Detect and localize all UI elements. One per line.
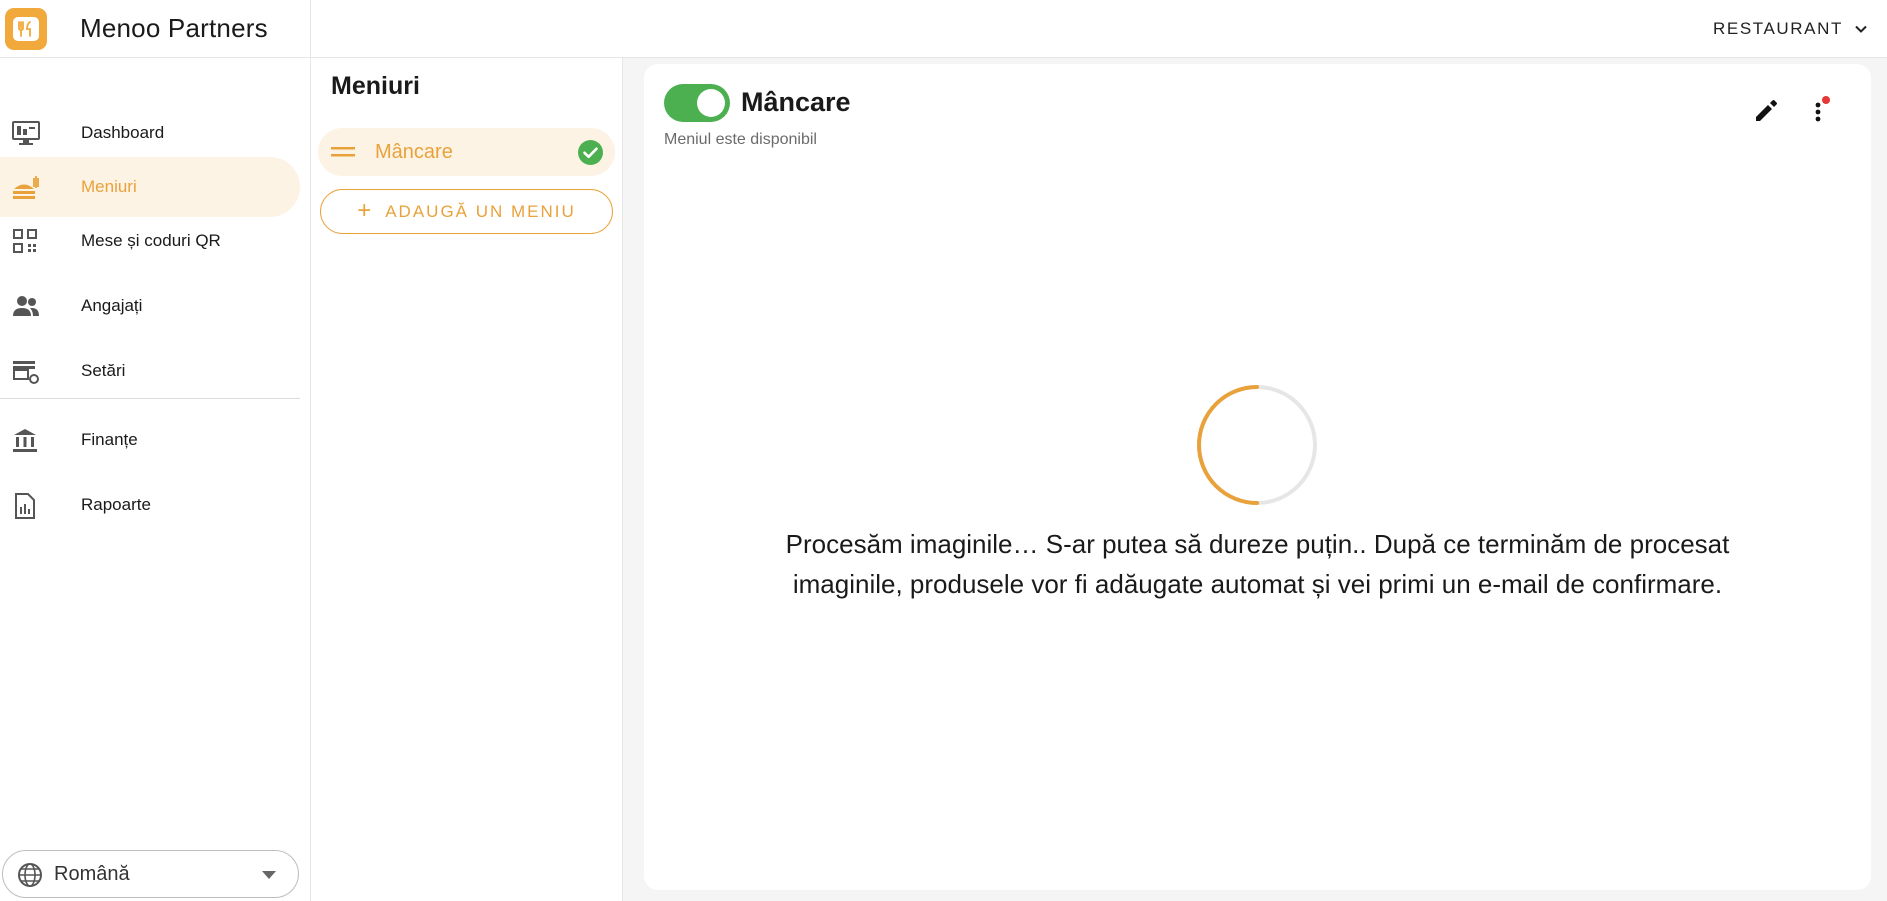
plus-icon: + [357,196,372,224]
edit-pencil-icon[interactable] [1751,96,1781,126]
language-selector[interactable]: Română [2,850,299,898]
menu-detail-card: Mâncare Meniul este disponibil Procesăm … [644,64,1871,890]
sidebar-item-reports[interactable]: Rapoarte [0,475,300,535]
menu-item-label: Mâncare [375,141,453,163]
sidebar-item-label: Mese și coduri QR [81,231,221,250]
sidebar-item-label: Finanțe [81,430,138,449]
top-bar: Menoo Partners RESTAURANT [0,0,1887,58]
monitor-icon [12,121,40,145]
drag-handle-icon[interactable] [331,147,355,157]
processing-message: Procesăm imaginile… S-ar putea să dureze… [785,529,1730,599]
sidebar-item-menus[interactable]: Meniuri [0,157,300,217]
sidebar-item-dashboard[interactable]: Dashboard [0,103,300,163]
sidebar-item-settings[interactable]: Setări [0,341,300,401]
store-settings-icon [13,361,39,384]
menoo-logo-icon[interactable] [5,7,47,50]
food-icon [13,176,39,199]
loading-spinner-icon [1197,385,1317,505]
toggle-knob [697,89,725,117]
availability-toggle[interactable] [664,84,730,122]
sidebar-item-employees[interactable]: Angajați [0,276,300,336]
globe-icon [18,863,42,887]
sidebar-item-label: Rapoarte [81,495,151,514]
people-icon [13,296,39,316]
sidebar-item-qr[interactable]: Mese și coduri QR [0,211,300,271]
menu-list-item[interactable]: Mâncare [318,128,615,176]
sidebar: Dashboard Meniuri Mese și coduri QR Anga… [0,58,311,901]
qr-code-icon [13,229,37,253]
brand: Menoo Partners [0,0,311,58]
menus-title: Meniuri [331,72,420,100]
sidebar-item-finance[interactable]: Finanțe [0,410,300,470]
sidebar-item-label: Setări [81,361,126,380]
add-menu-label: ADAUGĂ UN MENIU [385,201,576,221]
menu-title: Mâncare [741,87,851,117]
restaurant-label: RESTAURANT [1713,19,1843,38]
bank-icon [13,429,37,452]
sidebar-item-label: Dashboard [81,123,165,142]
sidebar-divider [0,398,300,399]
notification-dot [1822,96,1830,104]
check-circle-icon [578,140,603,165]
app-title: Menoo Partners [80,13,268,43]
menus-panel: Meniuri Mâncare + ADAUGĂ UN MENIU [311,58,623,901]
language-label: Română [54,862,130,885]
sidebar-item-label: Angajați [81,296,143,315]
app-root: Menoo Partners RESTAURANT Dashboard Meni… [0,0,1887,901]
availability-status: Meniul este disponibil [664,131,817,148]
sidebar-item-label: Meniuri [81,177,137,196]
report-icon [15,493,35,519]
restaurant-selector[interactable]: RESTAURANT [1713,0,1869,58]
caret-down-icon [262,871,276,879]
more-vertical-icon[interactable] [1809,94,1835,128]
chevron-down-icon [1855,25,1867,33]
add-menu-button[interactable]: + ADAUGĂ UN MENIU [320,189,613,234]
